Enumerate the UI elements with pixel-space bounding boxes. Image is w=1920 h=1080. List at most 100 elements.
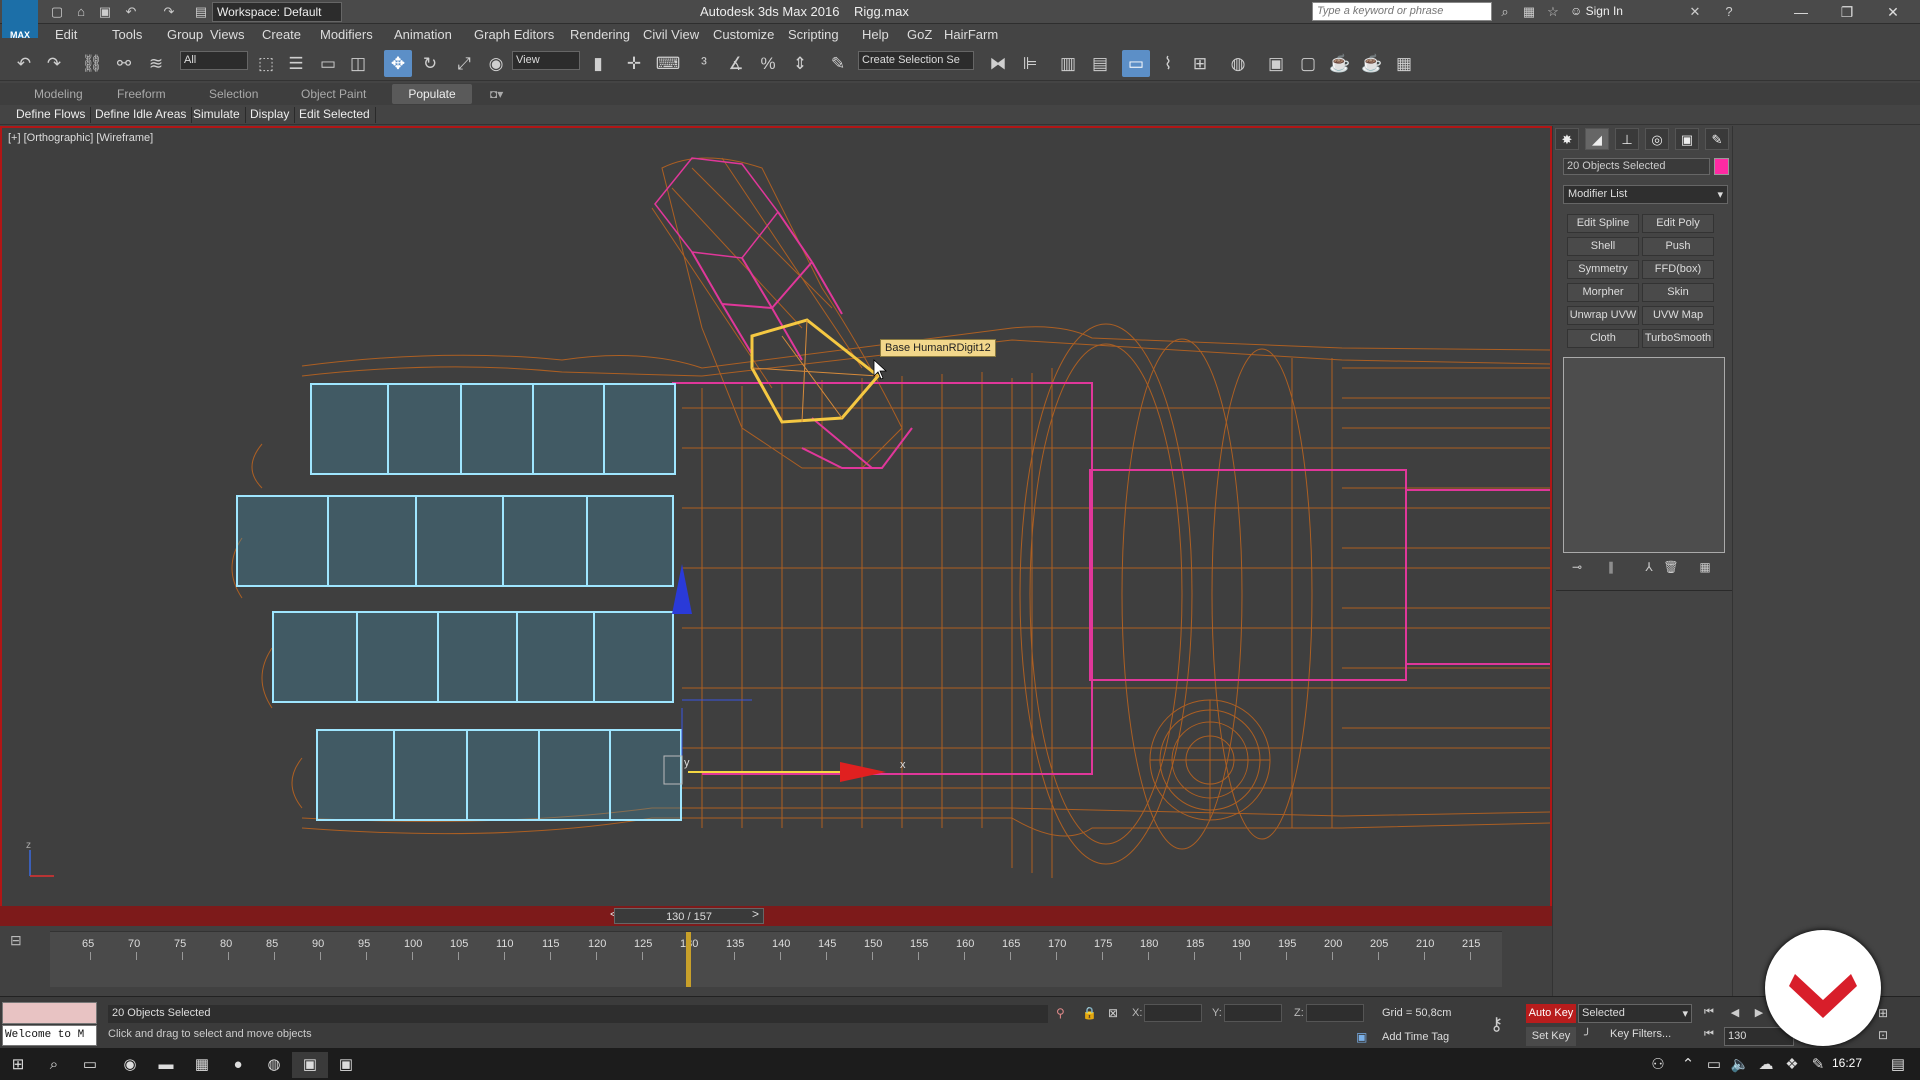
menu-group[interactable]: Group (167, 27, 203, 42)
simulate-button[interactable]: Simulate (188, 107, 246, 123)
maxscript-listener-output[interactable]: Welcome to M (2, 1025, 97, 1046)
modifier-button-shell[interactable]: Shell (1567, 237, 1639, 256)
edit-selected-button[interactable]: Edit Selected (294, 107, 376, 123)
viewport-orthographic[interactable]: [+] [Orthographic] [Wireframe] x y z Bas… (0, 126, 1552, 926)
3dsmax-taskbar-icon[interactable]: ▣ (292, 1052, 328, 1078)
menu-help[interactable]: Help (862, 27, 889, 42)
search-input[interactable]: Type a keyword or phrase (1312, 2, 1492, 21)
undo-button[interactable]: ↶ (10, 50, 38, 77)
y-coord-field[interactable] (1224, 1004, 1282, 1022)
absolute-mode-icon[interactable]: ⊠ (1108, 1006, 1118, 1020)
menu-tools[interactable]: Tools (112, 27, 142, 42)
spinner-snap-icon[interactable]: ⇕ (786, 50, 814, 77)
pen-icon[interactable]: ✎ (1800, 1052, 1836, 1078)
modifier-button-turbosmooth[interactable]: TurboSmooth (1642, 329, 1714, 348)
mini-curve-editor-icon[interactable]: ⊟ (10, 932, 22, 949)
display-button[interactable]: Display (245, 107, 296, 123)
reference-coordinate-dropdown[interactable]: View (512, 51, 580, 70)
current-frame-marker[interactable] (686, 932, 691, 987)
next-frame-arrow-icon[interactable]: > (752, 907, 759, 921)
manipulate-icon[interactable]: ✛ (620, 50, 648, 77)
menu-views[interactable]: Views (210, 27, 244, 42)
define-flows-button[interactable]: Define Flows (11, 107, 92, 123)
maxscript-mini-listener[interactable] (2, 1002, 97, 1024)
select-and-move-icon[interactable]: ✥ (384, 50, 412, 77)
pivot-point-icon[interactable]: ▮ (584, 50, 612, 77)
edit-named-selection-icon[interactable]: ✎ (824, 50, 852, 77)
key-mode-toggle-icon[interactable]: ⏮ (1700, 1028, 1718, 1044)
modifier-button-symmetry[interactable]: Symmetry (1567, 260, 1639, 279)
time-tag-icon[interactable]: ▣ (1356, 1030, 1367, 1044)
unlink-icon[interactable]: ⚯ (110, 50, 138, 77)
select-object-icon[interactable]: ⬚ (252, 50, 280, 77)
redo-button[interactable]: ↷ (40, 50, 68, 77)
menu-rendering[interactable]: Rendering (570, 27, 630, 42)
selection-lock-icon[interactable]: 🔒 (1082, 1006, 1097, 1020)
sign-in-button[interactable]: ☺ Sign In (1570, 4, 1623, 18)
render-setup-icon[interactable]: ▣ (1262, 50, 1290, 77)
schematic-view-icon[interactable]: ⊞ (1186, 50, 1214, 77)
modifier-list-dropdown[interactable]: Modifier List ▾ (1563, 185, 1728, 204)
spotify-icon[interactable]: ● (220, 1052, 256, 1078)
modify-tab-icon[interactable]: ◢ (1585, 128, 1609, 150)
render-cloud-icon[interactable]: ▦ (1390, 50, 1418, 77)
pin-stack-icon[interactable]: ⊸ (1568, 560, 1586, 576)
align-icon[interactable]: ⊫ (1016, 50, 1044, 77)
menu-animation[interactable]: Animation (394, 27, 452, 42)
isolate-selection-icon[interactable]: ⚲ (1056, 1006, 1065, 1020)
add-time-tag[interactable]: Add Time Tag (1382, 1031, 1449, 1043)
go-to-start-icon[interactable]: ⏮ (1700, 1006, 1718, 1022)
modifier-button-skin[interactable]: Skin (1642, 283, 1714, 302)
modifier-button-edit-poly[interactable]: Edit Poly (1642, 214, 1714, 233)
remove-modifier-icon[interactable]: 🗑 (1662, 560, 1680, 576)
open-file-icon[interactable]: ⌂ (72, 3, 90, 21)
scene-explorer-icon[interactable]: ▤ (1086, 50, 1114, 77)
bind-space-warp-icon[interactable]: ≋ (142, 50, 170, 77)
x-coord-field[interactable] (1144, 1004, 1202, 1022)
binoculars-icon[interactable]: ⌕ (1496, 3, 1514, 21)
ribbon-options-icon[interactable]: ◘▾ (490, 87, 503, 101)
calculator-icon[interactable]: ▦ (184, 1052, 220, 1078)
object-name-field[interactable]: 20 Objects Selected (1563, 158, 1710, 175)
key-filters-button[interactable]: Key Filters... (1610, 1028, 1671, 1040)
window-crossing-icon[interactable]: ◫ (344, 50, 372, 77)
save-file-icon[interactable]: ▣ (96, 3, 114, 21)
move-gizmo[interactable]: x y (663, 564, 906, 785)
menu-modifiers[interactable]: Modifiers (320, 27, 373, 42)
mirror-icon[interactable]: ⧓ (984, 50, 1012, 77)
modifier-button-unwrap-uvw[interactable]: Unwrap UVW (1567, 306, 1639, 325)
keyboard-shortcut-override-icon[interactable]: ⌨ (654, 50, 682, 77)
select-and-rotate-icon[interactable]: ↻ (416, 50, 444, 77)
restore-button[interactable]: ❐ (1824, 0, 1870, 24)
menu-edit[interactable]: Edit (55, 27, 77, 42)
curve-editor-icon[interactable]: ⌇ (1154, 50, 1182, 77)
favorites-star-icon[interactable]: ☆ (1544, 3, 1562, 21)
select-by-name-icon[interactable]: ☰ (282, 50, 310, 77)
modifier-button-cloth[interactable]: Cloth (1567, 329, 1639, 348)
chrome-icon[interactable]: ◍ (256, 1052, 292, 1078)
taskbar-app2-icon[interactable]: ▣ (328, 1052, 364, 1078)
default-in-out-tangent-icon[interactable]: ╯ (1584, 1028, 1591, 1042)
utilities-tab-icon[interactable]: ✎ (1705, 128, 1729, 150)
tab-populate[interactable]: Populate (392, 84, 472, 104)
minimize-button[interactable]: — (1778, 0, 1824, 24)
object-color-swatch[interactable] (1714, 158, 1729, 175)
set-key-button[interactable]: Set Key (1526, 1027, 1576, 1046)
tab-object-paint[interactable]: Object Paint (301, 87, 366, 101)
windows-start-icon[interactable]: ⊞ (0, 1052, 36, 1078)
snaps-toggle-icon[interactable]: ³ (690, 50, 718, 77)
modifier-button-morpher[interactable]: Morpher (1567, 283, 1639, 302)
hierarchy-tab-icon[interactable]: ⊥ (1615, 128, 1639, 150)
modifier-button-uvw-map[interactable]: UVW Map (1642, 306, 1714, 325)
menu-scripting[interactable]: Scripting (788, 27, 839, 42)
communication-center-icon[interactable]: ▦ (1520, 3, 1538, 21)
menu-create[interactable]: Create (262, 27, 301, 42)
close-window-button[interactable]: ✕ (1870, 0, 1916, 24)
redo-icon[interactable]: ↷ (160, 3, 178, 21)
project-folder-icon[interactable]: ▤ (192, 3, 210, 21)
menu-civil-view[interactable]: Civil View (643, 27, 699, 42)
selection-filter-dropdown[interactable]: All (180, 51, 248, 70)
notifications-icon[interactable]: ▤ (1880, 1052, 1916, 1078)
render-iterative-icon[interactable]: ☕ (1358, 50, 1386, 77)
menu-goz[interactable]: GoZ (907, 27, 932, 42)
